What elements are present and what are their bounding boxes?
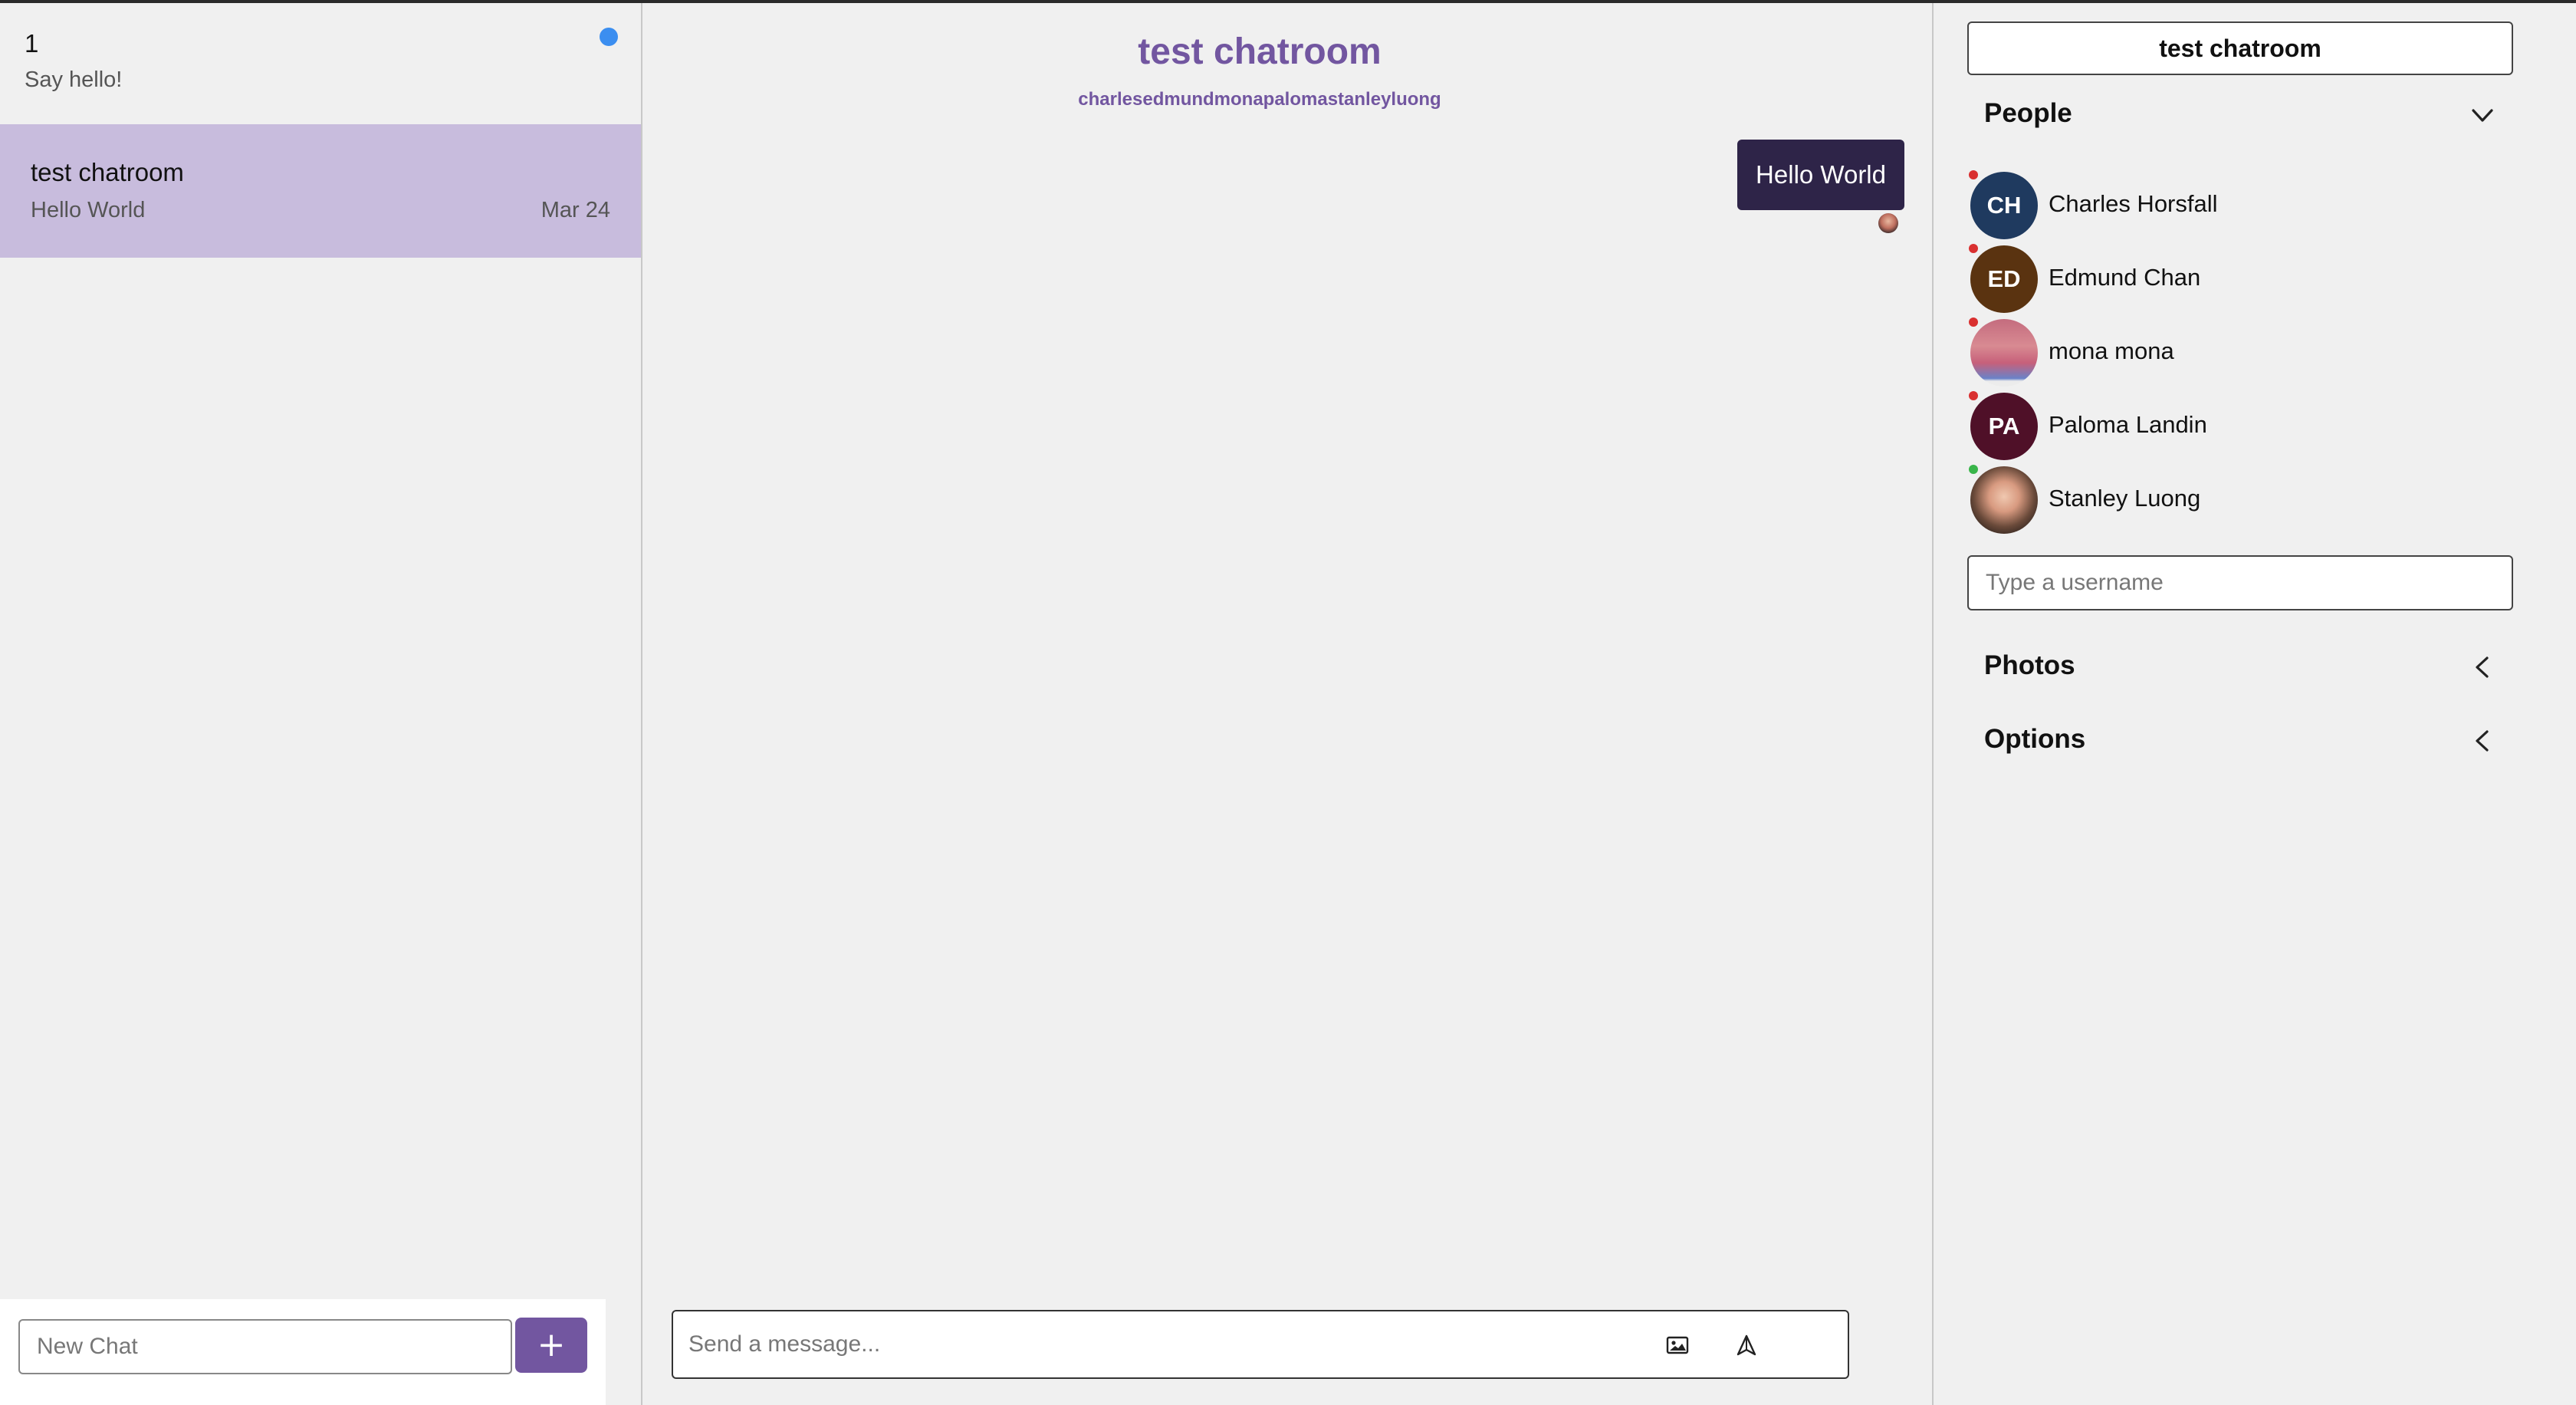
avatar: CH: [1970, 172, 2038, 239]
image-icon[interactable]: [1662, 1330, 1693, 1361]
chat-list-item-test-chatroom[interactable]: test chatroom Hello World Mar 24: [0, 124, 641, 258]
avatar: ED: [1970, 245, 2038, 313]
person-row[interactable]: mona mona: [1969, 318, 2505, 388]
offline-status-dot: [1969, 391, 1978, 400]
chat-settings-panel: test chatroom People CH Charles Horsfall…: [1932, 3, 2576, 1405]
person-name: Stanley Luong: [2049, 485, 2201, 512]
avatar: [1970, 319, 2038, 387]
send-icon[interactable]: [1731, 1330, 1762, 1361]
offline-status-dot: [1969, 318, 1978, 327]
chat-list-item-title: test chatroom: [31, 158, 184, 186]
person-name: mona mona: [2049, 337, 2174, 364]
chevron-down-icon: [2467, 100, 2498, 130]
person-row[interactable]: CH Charles Horsfall: [1969, 170, 2505, 241]
avatar: [1970, 466, 2038, 534]
person-row[interactable]: PA Paloma Landin: [1969, 391, 2505, 462]
add-username-input[interactable]: [1967, 555, 2513, 610]
chat-feed: test chatroom charlesedmundmonapalomasta…: [644, 3, 1932, 1405]
chat-name-field[interactable]: test chatroom: [1967, 21, 2513, 75]
chat-list-item-preview: Hello World: [31, 198, 146, 222]
new-chat-input[interactable]: [18, 1319, 512, 1374]
chat-list-item-date: Mar 24: [540, 198, 610, 222]
chat-title: test chatroom: [1138, 31, 1382, 72]
chat-list-item-1[interactable]: 1 Say hello!: [0, 3, 641, 123]
offline-status-dot: [1969, 170, 1978, 179]
options-section-header[interactable]: Options: [1984, 716, 2505, 762]
chat-list-item-title: 1: [25, 29, 39, 58]
people-section-header[interactable]: People: [1984, 90, 2505, 137]
chat-member-list: charlesedmundmonapalomastanleyluong: [1078, 89, 1441, 110]
photos-label: Photos: [1984, 650, 2075, 680]
unread-indicator: [600, 28, 618, 46]
add-chat-button[interactable]: +: [515, 1318, 587, 1373]
people-label: People: [1984, 98, 2072, 128]
person-row[interactable]: ED Edmund Chan: [1969, 244, 2505, 314]
message-composer: [672, 1310, 1849, 1379]
new-chat-bar: +: [0, 1299, 606, 1405]
chat-list-item-preview: Say hello!: [25, 67, 123, 92]
chevron-left-icon: [2467, 652, 2498, 683]
message-input[interactable]: [688, 1319, 1578, 1370]
online-status-dot: [1969, 465, 1978, 474]
person-row[interactable]: Stanley Luong: [1969, 465, 2505, 535]
person-name: Edmund Chan: [2049, 264, 2201, 291]
options-label: Options: [1984, 724, 2086, 754]
message-bubble: Hello World: [1737, 140, 1904, 210]
avatar: PA: [1970, 393, 2038, 460]
photos-section-header[interactable]: Photos: [1984, 643, 2505, 689]
chevron-left-icon: [2467, 726, 2498, 756]
read-receipt-avatar: [1878, 213, 1898, 233]
offline-status-dot: [1969, 244, 1978, 253]
person-name: Paloma Landin: [2049, 411, 2207, 438]
person-name: Charles Horsfall: [2049, 190, 2218, 217]
chat-list-sidebar: 1 Say hello! test chatroom Hello World M…: [0, 3, 642, 1405]
